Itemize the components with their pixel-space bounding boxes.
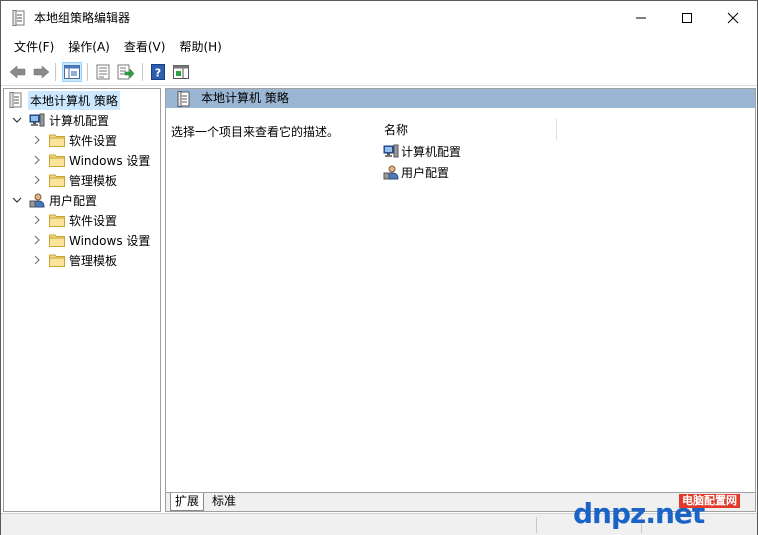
item-list: 名称 计算机配置 用户配置: [371, 108, 755, 492]
console-tree: 本地计算机 策略 计算机配置 软件设置 Windows 设置 管理模板 用户配置…: [3, 88, 161, 512]
tree-item-label: 管理模板: [69, 173, 118, 188]
back-arrow-icon: [9, 65, 26, 79]
user-icon: [29, 192, 45, 208]
tree-item-local-computer-policy[interactable]: 本地计算机 策略: [8, 90, 120, 110]
tab-standard[interactable]: 标准: [208, 493, 240, 511]
tree-item-windows-settings[interactable]: Windows 设置: [32, 150, 150, 170]
folder-icon: [49, 232, 65, 248]
view-tabs: 扩展 标准: [166, 492, 755, 511]
tree-item-label: 管理模板: [69, 253, 118, 268]
tree-item-label: 本地计算机 策略: [28, 90, 120, 110]
close-icon: [727, 12, 739, 24]
window-title: 本地组策略编辑器: [34, 11, 131, 25]
export-list-icon: [117, 64, 135, 80]
action-pane-icon: [173, 65, 189, 79]
list-item-user-config[interactable]: 用户配置: [383, 162, 449, 182]
chevron-right-icon[interactable]: [32, 235, 42, 245]
forward-button[interactable]: [31, 62, 51, 82]
status-divider: [641, 517, 642, 533]
close-button[interactable]: [710, 1, 756, 35]
user-icon: [383, 164, 399, 180]
status-bar: [1, 513, 757, 535]
menu-action[interactable]: 操作(A): [61, 37, 117, 57]
tree-item-label: Windows 设置: [69, 233, 151, 248]
show-action-pane-button[interactable]: [171, 62, 191, 82]
status-divider: [536, 517, 537, 533]
tree-item-label: 软件设置: [69, 213, 118, 228]
tree-item-software-settings[interactable]: 软件设置: [32, 130, 117, 150]
properties-sheet-icon: [96, 64, 110, 80]
back-button[interactable]: [8, 62, 28, 82]
column-header-label: 名称: [384, 123, 409, 137]
tree-item-label: 计算机配置: [49, 113, 110, 128]
tree-item-label: 用户配置: [49, 193, 98, 208]
maximize-icon: [682, 13, 692, 23]
chevron-right-icon[interactable]: [32, 155, 42, 165]
tree-item-user-config[interactable]: 用户配置: [12, 190, 97, 210]
tree-item-computer-config[interactable]: 计算机配置: [12, 110, 109, 130]
folder-icon: [49, 172, 65, 188]
folder-icon: [49, 152, 65, 168]
svg-text:?: ?: [155, 67, 161, 80]
menu-help[interactable]: 帮助(H): [172, 37, 228, 57]
menu-bar: 文件(F) 操作(A) 查看(V) 帮助(H): [1, 36, 757, 58]
tree-item-software-settings[interactable]: 软件设置: [32, 210, 117, 230]
policy-document-icon: [12, 10, 26, 26]
toolbar-separator: [142, 63, 143, 81]
chevron-right-icon[interactable]: [32, 255, 42, 265]
column-header-name[interactable]: 名称: [371, 118, 557, 140]
app-window: 本地组策略编辑器 文件(F) 操作(A) 查看(V) 帮助(H) ? 本地计算机…: [0, 0, 758, 535]
forward-arrow-icon: [33, 65, 50, 79]
folder-icon: [49, 132, 65, 148]
chevron-down-icon[interactable]: [12, 115, 22, 125]
console-tree-icon: [64, 65, 80, 79]
tree-item-admin-templates[interactable]: 管理模板: [32, 250, 117, 270]
list-item-computer-config[interactable]: 计算机配置: [383, 141, 461, 161]
help-button[interactable]: ?: [148, 62, 168, 82]
tree-item-windows-settings[interactable]: Windows 设置: [32, 230, 150, 250]
menu-view[interactable]: 查看(V): [117, 37, 173, 57]
details-header: 本地计算机 策略: [166, 89, 755, 108]
toolbar-separator: [87, 63, 88, 81]
folder-icon: [49, 212, 65, 228]
maximize-button[interactable]: [664, 1, 710, 35]
tree-item-admin-templates[interactable]: 管理模板: [32, 170, 117, 190]
toolbar-separator: [55, 63, 56, 81]
policy-document-icon: [8, 92, 24, 108]
chevron-right-icon[interactable]: [32, 135, 42, 145]
minimize-icon: [636, 17, 646, 19]
tab-extended[interactable]: 扩展: [170, 493, 205, 511]
description-text: 选择一个项目来查看它的描述。: [171, 125, 340, 139]
chevron-right-icon[interactable]: [32, 175, 42, 185]
menu-file[interactable]: 文件(F): [7, 37, 61, 57]
details-header-title: 本地计算机 策略: [201, 91, 289, 105]
chevron-right-icon[interactable]: [32, 215, 42, 225]
minimize-button[interactable]: [618, 1, 664, 35]
toolbar: ?: [1, 58, 757, 86]
title-bar: 本地组策略编辑器: [1, 1, 757, 35]
chevron-down-icon[interactable]: [12, 195, 22, 205]
details-pane: 本地计算机 策略 选择一个项目来查看它的描述。 名称 计算机配置 用户配置 扩展…: [165, 88, 756, 512]
policy-document-icon: [176, 91, 192, 107]
tree-item-label: 软件设置: [69, 133, 118, 148]
properties-button[interactable]: [93, 62, 113, 82]
computer-icon: [383, 143, 399, 159]
list-item-label: 用户配置: [401, 165, 450, 180]
show-hide-tree-button[interactable]: [62, 62, 82, 82]
folder-icon: [49, 252, 65, 268]
computer-icon: [29, 112, 45, 128]
list-item-label: 计算机配置: [401, 144, 462, 159]
help-book-icon: ?: [151, 64, 165, 80]
export-list-button[interactable]: [116, 62, 136, 82]
tree-item-label: Windows 设置: [69, 153, 151, 168]
